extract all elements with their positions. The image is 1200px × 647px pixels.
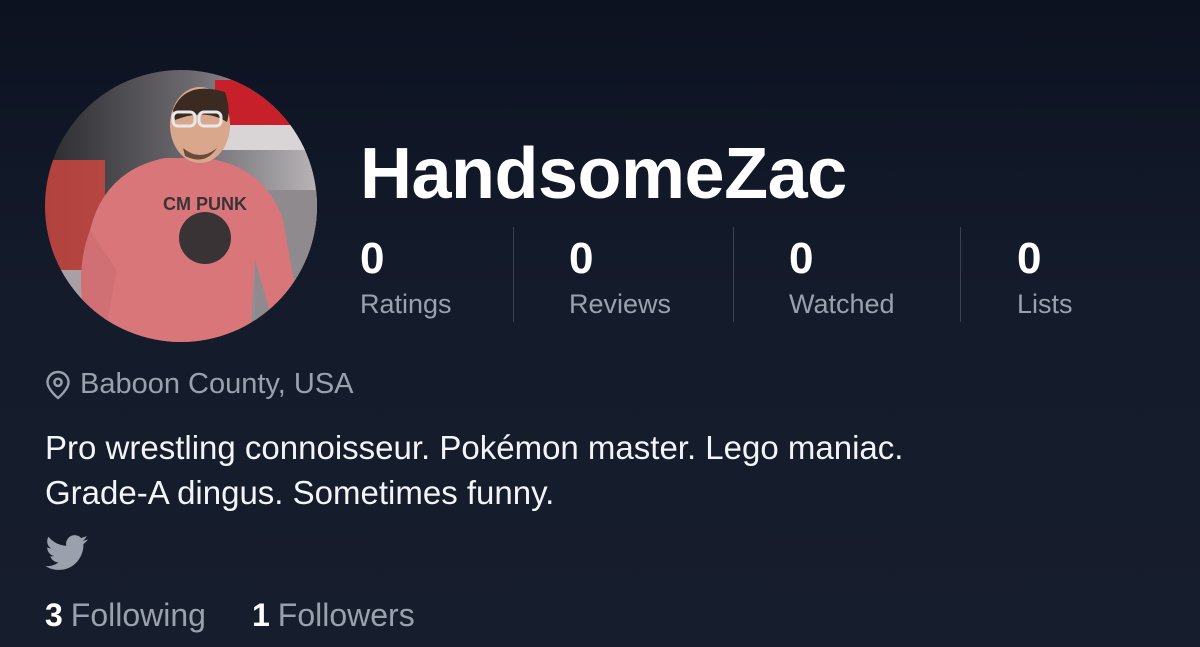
followers-link[interactable]: 1 Followers bbox=[252, 597, 415, 634]
stat-divider bbox=[733, 227, 734, 322]
bio-line: Grade-A dingus. Sometimes funny. bbox=[45, 474, 555, 511]
stat-value: 0 bbox=[1017, 234, 1042, 283]
stat-value: 0 bbox=[360, 234, 385, 283]
stat-value: 0 bbox=[789, 234, 814, 283]
twitter-icon[interactable] bbox=[45, 535, 89, 571]
location-text: Baboon County, USA bbox=[80, 368, 354, 400]
stat-value: 0 bbox=[569, 234, 594, 283]
stat-divider bbox=[960, 227, 961, 322]
follow-stats: 3 Following 1 Followers bbox=[45, 597, 461, 634]
stat-label: Ratings bbox=[360, 289, 452, 319]
bio: Pro wrestling connoisseur. Pokémon maste… bbox=[45, 425, 1165, 515]
username: HandsomeZac bbox=[360, 134, 847, 214]
stat-label: Reviews bbox=[569, 289, 672, 319]
bio-line: Pro wrestling connoisseur. Pokémon maste… bbox=[45, 429, 904, 466]
location: Baboon County, USA bbox=[45, 368, 354, 401]
stat-divider bbox=[513, 227, 514, 322]
map-pin-icon bbox=[46, 370, 70, 400]
followers-count: 1 bbox=[251, 597, 270, 633]
stat-label: Lists bbox=[1017, 289, 1073, 319]
following-label: Following bbox=[70, 597, 206, 633]
stat-label: Watched bbox=[789, 289, 895, 319]
followers-label: Followers bbox=[277, 597, 415, 633]
following-link[interactable]: 3 Following bbox=[45, 597, 206, 634]
stats-row: 0 Ratings 0 Reviews 0 Watched 0 Lists bbox=[360, 227, 1120, 322]
avatar-shirt-text: CM PUNK bbox=[163, 194, 247, 214]
avatar[interactable]: CM PUNK bbox=[45, 70, 317, 342]
avatar-image: CM PUNK bbox=[45, 70, 317, 342]
following-count: 3 bbox=[45, 597, 63, 633]
